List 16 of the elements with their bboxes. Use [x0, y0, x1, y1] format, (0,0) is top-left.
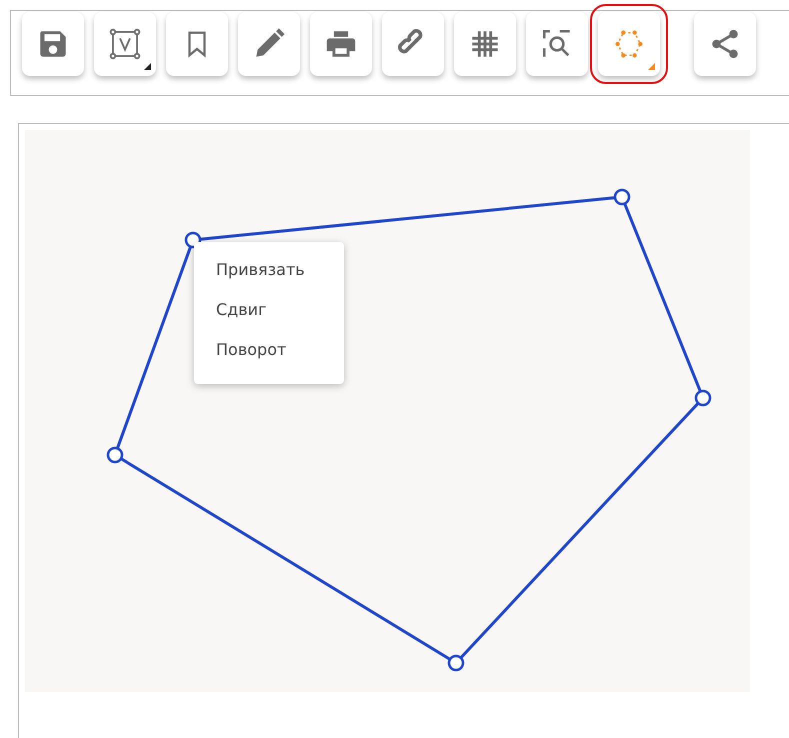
printer-button[interactable] [310, 12, 372, 76]
frame-icon [108, 27, 142, 61]
menu-item[interactable]: Привязать [194, 250, 344, 290]
menu-item[interactable]: Сдвиг [194, 290, 344, 330]
pencil-button[interactable] [238, 12, 300, 76]
link-button[interactable] [382, 12, 444, 76]
grid-button[interactable] [454, 12, 516, 76]
frame-button[interactable] [94, 12, 156, 76]
polygon-shape[interactable] [106, 188, 712, 672]
bookmark-button[interactable] [166, 12, 228, 76]
dropdown-corner-icon [648, 63, 655, 70]
zoom-area-button[interactable] [526, 12, 588, 76]
menu-item[interactable]: Поворот [194, 330, 344, 370]
dropdown-corner-icon [144, 63, 151, 70]
share-button[interactable] [694, 12, 756, 76]
save-button[interactable] [22, 12, 84, 76]
